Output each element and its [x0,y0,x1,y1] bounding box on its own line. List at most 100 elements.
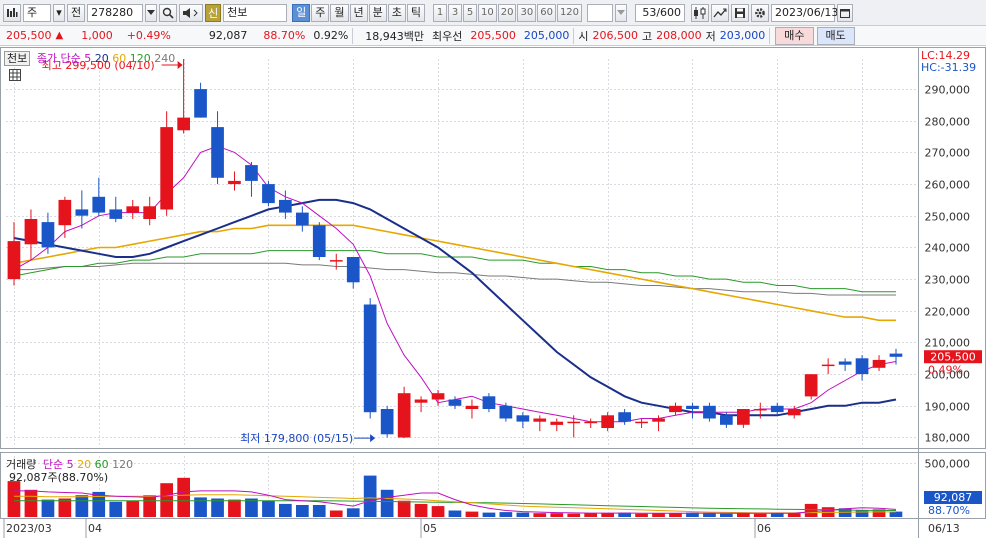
tab-year[interactable]: 년 [349,3,368,22]
stock-name-field[interactable]: 천보 [223,3,288,22]
speaker-icon[interactable] [179,3,204,22]
current-pct-label: 0.49% [928,364,963,377]
candle-body [143,206,156,219]
candle-body [703,405,716,419]
date-label: 05 [423,522,437,535]
menu-icon[interactable] [3,3,21,22]
indicator-icon[interactable] [711,3,730,22]
volume-bar [126,500,140,517]
candle-type-icon[interactable] [691,3,710,22]
price-tick-label: 250,000 [925,211,971,224]
interval-input[interactable] [587,3,614,22]
volume-bar [7,481,21,517]
date-label-last: 06/13 [928,522,960,535]
prev-label: 전 [71,5,82,19]
candle-body [177,117,190,131]
best-bid: 205,000 [523,29,570,42]
legend-stock-name[interactable]: 천보 [4,51,31,66]
divider [352,27,354,44]
legend-ma60: 60 [112,52,127,65]
candle-body [228,180,241,185]
volume-bar [346,508,360,517]
price-change-pct: +0.49% [126,29,171,42]
price-legend: 천보 종가 단순 5 20 60 120 240 [4,50,175,66]
candle-body [109,209,123,219]
candle-body [92,196,106,213]
candle-body [567,421,581,424]
search-icon[interactable] [159,3,178,22]
stock-chart[interactable]: 290,000 280,000 270,000 260,000 250,000 240,0… [0,47,986,538]
stock-code-input[interactable]: 278280 [87,3,144,22]
interval-button[interactable]: 60 [537,3,556,22]
low-label: 저 [705,29,716,43]
calendar-icon[interactable] [837,3,854,22]
buy-button[interactable]: 매수 [775,26,814,45]
price-pane-frame [0,47,986,449]
volume-bar [245,498,258,517]
volume-bar [448,510,462,517]
candle-body [431,393,445,400]
legend-series-label: 종가 단순 [36,52,81,65]
volume-bar [143,495,156,517]
volume-bar [720,513,733,517]
price-tick-label: 220,000 [925,306,971,319]
candle-body [75,209,89,216]
date-field[interactable]: 2023/06/13 [771,3,838,22]
candle-body [499,405,513,419]
quote-bar: 205,500 ▲ 1,000 +0.49% 92,087 88.70% 0.9… [0,26,986,46]
candle-body [279,199,292,213]
interval-button[interactable]: 1 [433,3,447,22]
interval-dropdown-button[interactable] [615,3,628,22]
interval-button[interactable]: 30 [517,3,537,22]
interval-buttons: 1 3 5 10 20 30 60 120 [433,3,583,22]
tab-day[interactable]: 일 [292,3,311,22]
volume-bar [279,503,292,517]
gear-icon[interactable] [751,3,770,22]
code-dropdown-button[interactable] [145,3,158,22]
interval-button[interactable]: 5 [463,3,477,22]
volume-bar [584,513,597,517]
candle-body [770,405,784,413]
ma120-line [13,250,896,293]
tab-minute[interactable]: 분 [368,3,387,22]
axes: 290,000 280,000 270,000 260,000 250,000 240,0… [0,84,986,538]
trade-amount: 18,943백만 [365,29,425,43]
high-label: 고 [642,29,653,43]
new-badge: 신 [205,3,222,22]
candle-body [126,206,140,213]
volume-bar [160,483,173,517]
legend-grid-icon[interactable] [9,69,21,84]
interval-button[interactable]: 10 [478,3,497,22]
volume-current: 92,087주(88.70%) [9,471,109,484]
volume-value: 92,087 [208,29,248,42]
up-arrow-icon: ▲ [55,30,64,41]
interval-button[interactable]: 20 [497,3,517,22]
tab-tick[interactable]: 틱 [406,3,425,22]
candle-body [686,405,699,409]
date-axis-line [0,518,986,519]
tab-week[interactable]: 주 [311,3,330,22]
candle-body [720,415,733,425]
count-field[interactable]: 53/600 [635,3,686,22]
volume-bar [414,503,428,517]
prev-button[interactable]: 전 [67,3,86,22]
tab-month[interactable]: 월 [330,3,349,22]
volume-bar [567,513,581,517]
current-volume-pct: 88.70% [928,504,970,517]
period-tabs: 일 주 월 년 분 초 틱 [292,3,425,22]
price-tick-label: 190,000 [925,401,971,414]
volume-bar [262,500,275,517]
interval-button[interactable]: 3 [448,3,462,22]
candle-body [482,396,496,409]
candle-body [669,405,682,413]
candle-body [380,409,394,435]
interval-button[interactable]: 120 [556,3,583,22]
tab-second[interactable]: 초 [387,3,406,22]
market-select[interactable]: 주 [23,3,51,22]
market-label: 주 [27,5,38,19]
market-dropdown-button[interactable]: ▾ [53,3,65,22]
candle-body [346,257,360,283]
save-icon[interactable] [731,3,750,22]
sell-button[interactable]: 매도 [816,26,855,45]
volume-bar [516,512,530,517]
